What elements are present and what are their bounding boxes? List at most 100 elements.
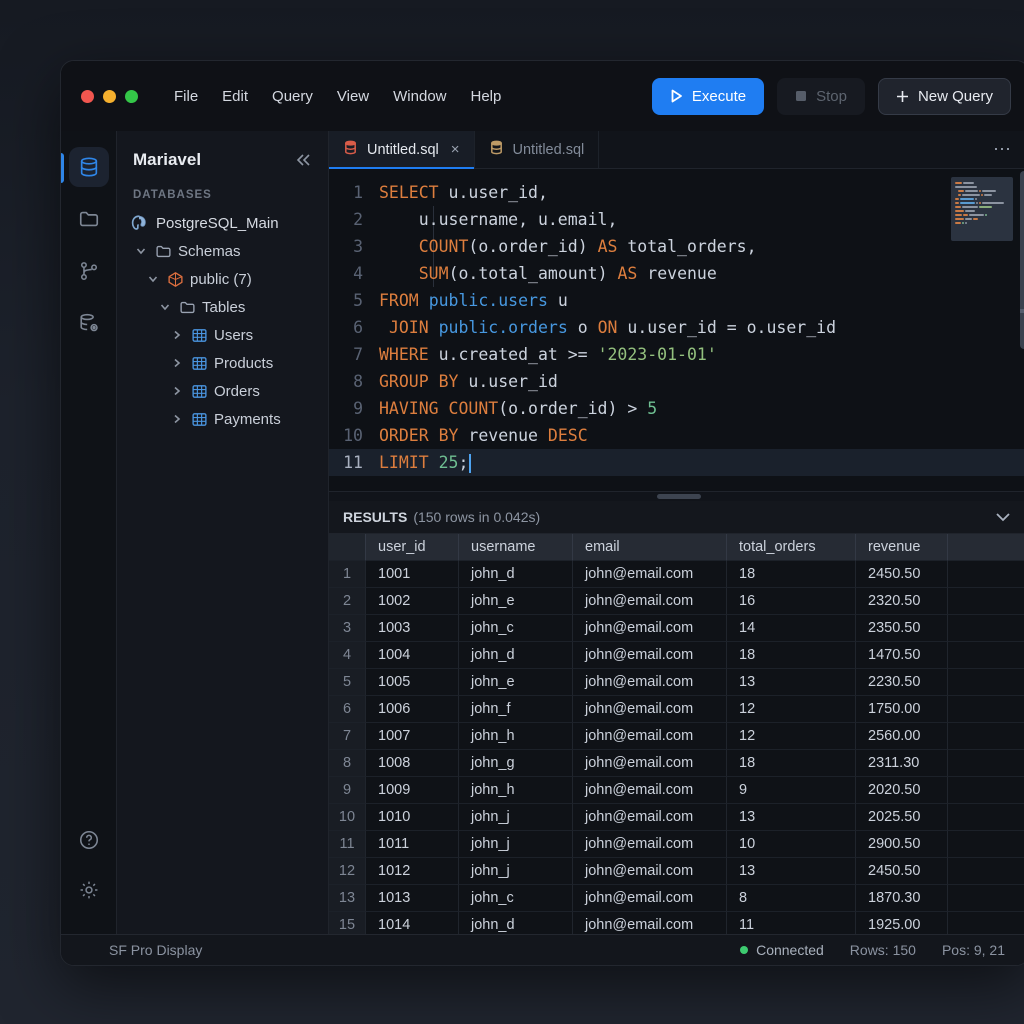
cell-user_id[interactable]: 1003 (366, 615, 459, 642)
menu-item-window[interactable]: Window (383, 83, 456, 110)
cell-username[interactable]: john_d (459, 642, 573, 669)
tree-item-tables[interactable]: Tables (117, 293, 328, 321)
branch-rail-icon[interactable] (69, 251, 109, 291)
minimize-window-button[interactable] (103, 90, 116, 103)
cell-total_orders[interactable]: 9 (727, 777, 856, 804)
table-row[interactable]: 131013john_cjohn@email.com81870.30 (329, 885, 1024, 912)
chevron-collapsed-icon[interactable] (170, 358, 184, 368)
menu-item-file[interactable]: File (164, 83, 208, 110)
cell-total_orders[interactable]: 12 (727, 723, 856, 750)
tab-2[interactable]: Untitled.sql (475, 131, 600, 168)
column-header-revenue[interactable]: revenue (856, 534, 948, 561)
cell-username[interactable]: john_c (459, 615, 573, 642)
cell-revenue[interactable]: 2560.00 (856, 723, 948, 750)
chevron-collapsed-icon[interactable] (170, 330, 184, 340)
cell-username[interactable]: john_d (459, 912, 573, 934)
cell-total_orders[interactable]: 13 (727, 804, 856, 831)
cell-email[interactable]: john@email.com (573, 561, 727, 588)
execute-button[interactable]: Execute (652, 78, 764, 115)
cell-email[interactable]: john@email.com (573, 885, 727, 912)
tree-item-users[interactable]: Users (117, 321, 328, 349)
cell-revenue[interactable]: 2450.50 (856, 561, 948, 588)
cell-revenue[interactable]: 2900.50 (856, 831, 948, 858)
close-window-button[interactable] (81, 90, 94, 103)
tab-overflow-icon[interactable]: ⋯ (993, 139, 1024, 160)
cell-user_id[interactable]: 1011 (366, 831, 459, 858)
cell-revenue[interactable]: 2320.50 (856, 588, 948, 615)
table-row[interactable]: 31003john_cjohn@email.com142350.50 (329, 615, 1024, 642)
cell-email[interactable]: john@email.com (573, 804, 727, 831)
menu-item-edit[interactable]: Edit (212, 83, 258, 110)
cell-revenue[interactable]: 2450.50 (856, 858, 948, 885)
table-row[interactable]: 61006john_fjohn@email.com121750.00 (329, 696, 1024, 723)
cell-username[interactable]: john_h (459, 723, 573, 750)
databases-rail-icon[interactable] (69, 147, 109, 187)
cell-total_orders[interactable]: 12 (727, 696, 856, 723)
chevron-expanded-icon[interactable] (134, 246, 148, 256)
table-row[interactable]: 41004john_djohn@email.com181470.50 (329, 642, 1024, 669)
new-query-button[interactable]: New Query (878, 78, 1011, 115)
column-header-user_id[interactable]: user_id (366, 534, 459, 561)
cell-email[interactable]: john@email.com (573, 831, 727, 858)
cell-total_orders[interactable]: 8 (727, 885, 856, 912)
cell-email[interactable]: john@email.com (573, 750, 727, 777)
cell-revenue[interactable]: 1925.00 (856, 912, 948, 934)
chevron-down-icon[interactable] (995, 512, 1011, 522)
cell-user_id[interactable]: 1008 (366, 750, 459, 777)
collapse-sidebar-icon[interactable] (294, 152, 314, 168)
cell-user_id[interactable]: 1002 (366, 588, 459, 615)
cell-username[interactable]: john_e (459, 669, 573, 696)
table-row[interactable]: 151014john_djohn@email.com111925.00 (329, 912, 1024, 934)
cell-email[interactable]: john@email.com (573, 912, 727, 934)
column-header-email[interactable]: email (573, 534, 727, 561)
cell-email[interactable]: john@email.com (573, 615, 727, 642)
cell-username[interactable]: john_j (459, 831, 573, 858)
cell-username[interactable]: john_f (459, 696, 573, 723)
cell-username[interactable]: john_e (459, 588, 573, 615)
table-row[interactable]: 121012john_jjohn@email.com132450.50 (329, 858, 1024, 885)
chevron-collapsed-icon[interactable] (170, 386, 184, 396)
cell-revenue[interactable]: 2350.50 (856, 615, 948, 642)
cell-email[interactable]: john@email.com (573, 777, 727, 804)
menu-item-view[interactable]: View (327, 83, 379, 110)
cell-total_orders[interactable]: 18 (727, 750, 856, 777)
cell-revenue[interactable]: 2025.50 (856, 804, 948, 831)
table-row[interactable]: 21002john_ejohn@email.com162320.50 (329, 588, 1024, 615)
column-header-username[interactable]: username (459, 534, 573, 561)
tree-item-products[interactable]: Products (117, 349, 328, 377)
cell-email[interactable]: john@email.com (573, 696, 727, 723)
help-icon[interactable] (69, 820, 109, 860)
table-row[interactable]: 81008john_gjohn@email.com182311.30 (329, 750, 1024, 777)
maximize-window-button[interactable] (125, 90, 138, 103)
cell-user_id[interactable]: 1009 (366, 777, 459, 804)
cell-total_orders[interactable]: 14 (727, 615, 856, 642)
table-row[interactable]: 91009john_hjohn@email.com92020.50 (329, 777, 1024, 804)
cell-revenue[interactable]: 1470.50 (856, 642, 948, 669)
table-row[interactable]: 101010john_jjohn@email.com132025.50 (329, 804, 1024, 831)
table-row[interactable]: 111011john_jjohn@email.com102900.50 (329, 831, 1024, 858)
tree-item-payments[interactable]: Payments (117, 405, 328, 433)
cell-total_orders[interactable]: 11 (727, 912, 856, 934)
cell-email[interactable]: john@email.com (573, 669, 727, 696)
cell-total_orders[interactable]: 13 (727, 858, 856, 885)
cell-username[interactable]: john_j (459, 858, 573, 885)
settings-gear-icon[interactable] (69, 870, 109, 910)
cell-revenue[interactable]: 2230.50 (856, 669, 948, 696)
cell-user_id[interactable]: 1010 (366, 804, 459, 831)
cell-user_id[interactable]: 1007 (366, 723, 459, 750)
cell-email[interactable]: john@email.com (573, 588, 727, 615)
cell-total_orders[interactable]: 16 (727, 588, 856, 615)
cell-user_id[interactable]: 1012 (366, 858, 459, 885)
menu-item-query[interactable]: Query (262, 83, 323, 110)
cell-username[interactable]: john_h (459, 777, 573, 804)
cell-username[interactable]: john_j (459, 804, 573, 831)
drag-handle[interactable] (657, 494, 701, 499)
table-row[interactable]: 11001john_djohn@email.com182450.50 (329, 561, 1024, 588)
tree-item-orders[interactable]: Orders (117, 377, 328, 405)
chevron-expanded-icon[interactable] (158, 302, 172, 312)
db-export-rail-icon[interactable] (69, 303, 109, 343)
cell-revenue[interactable]: 1870.30 (856, 885, 948, 912)
table-row[interactable]: 71007john_hjohn@email.com122560.00 (329, 723, 1024, 750)
sql-editor[interactable]: 1SELECT u.user_id,2 u.username, u.email,… (329, 169, 1024, 491)
cell-user_id[interactable]: 1001 (366, 561, 459, 588)
